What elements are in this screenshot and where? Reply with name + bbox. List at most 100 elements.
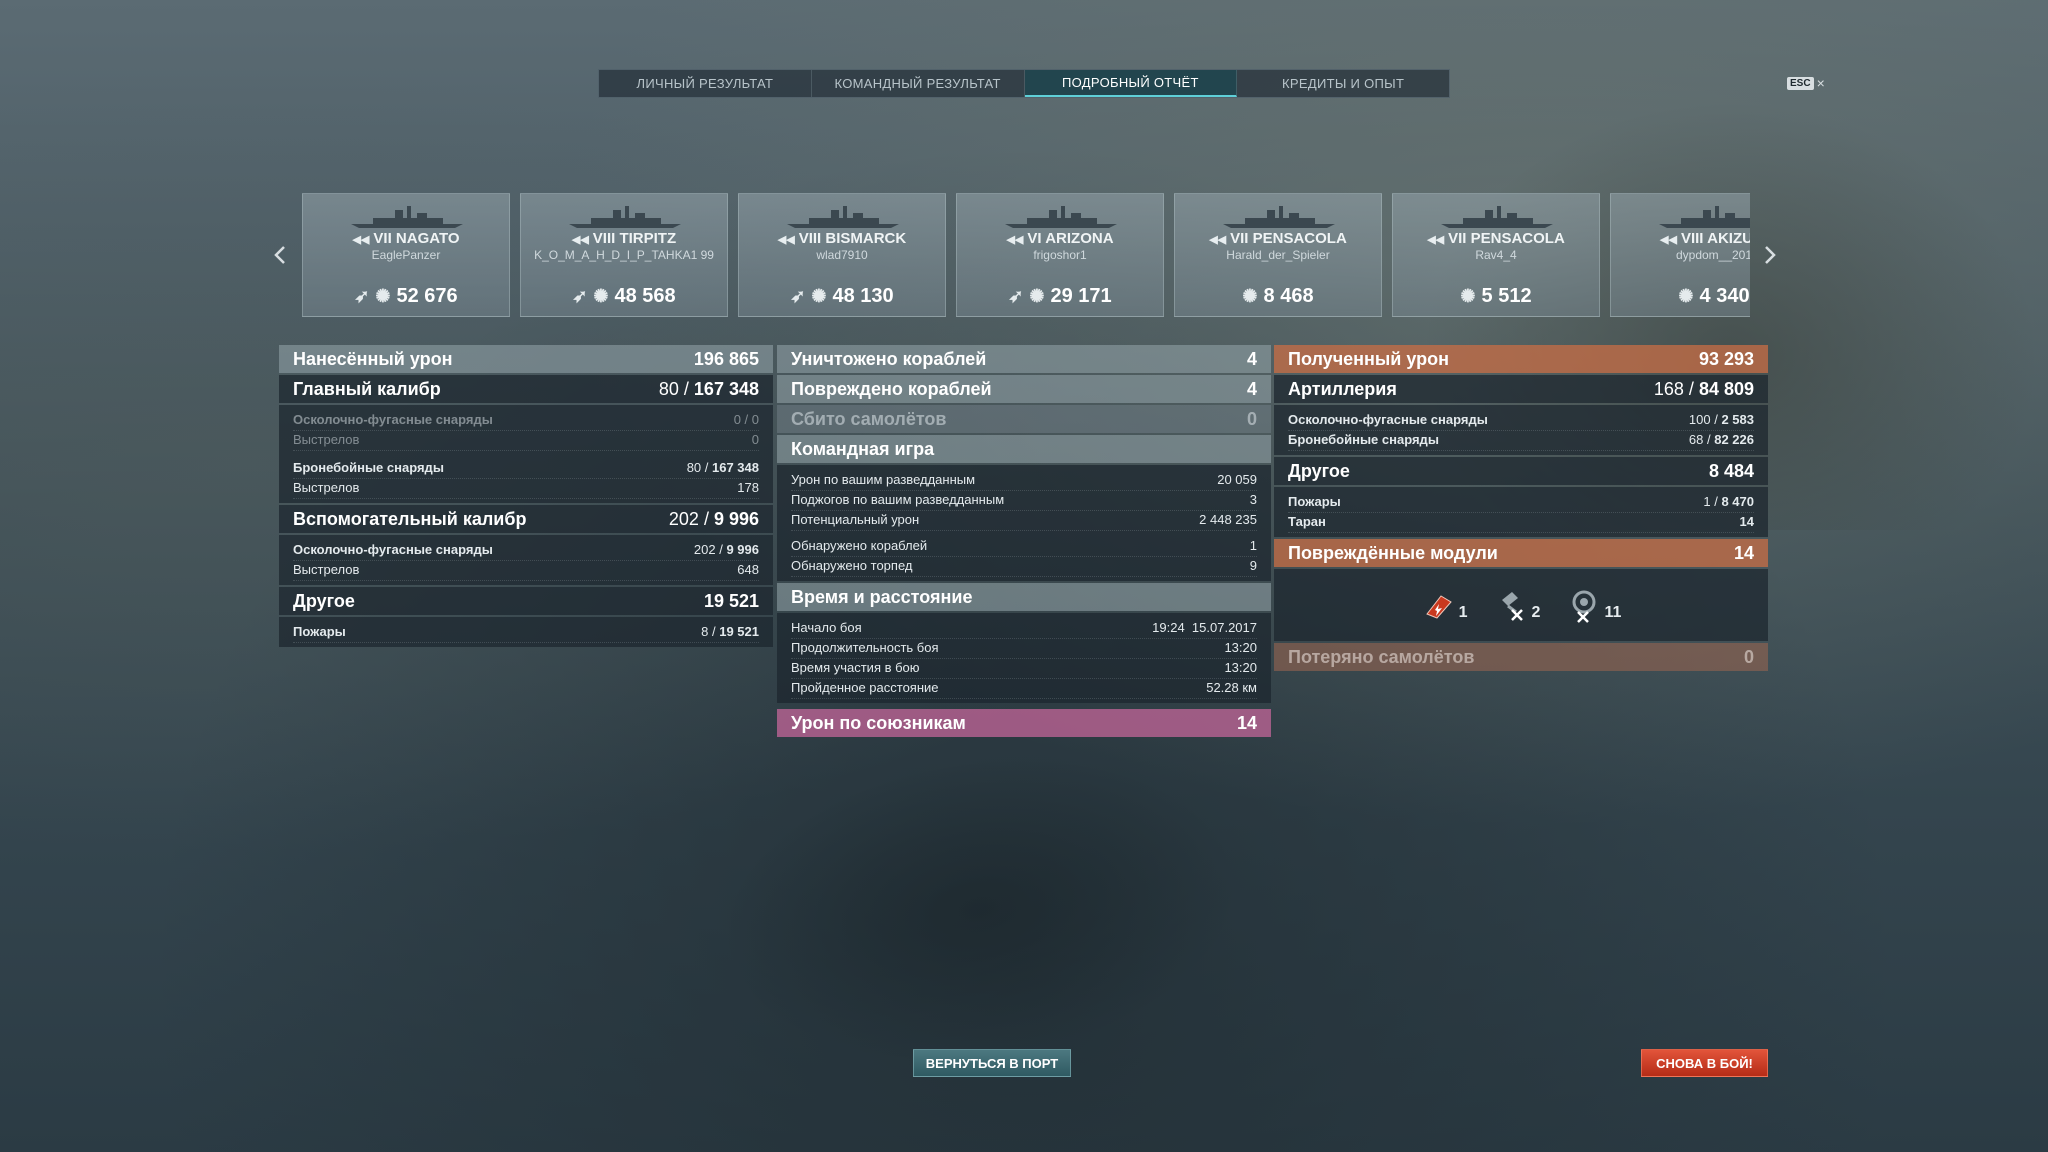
player-name: wlad7910 <box>816 248 868 262</box>
ship-name: ◀◀ VI ARIZONA <box>1006 230 1114 247</box>
battle-again-button[interactable]: СНОВА В БОЙ! <box>1641 1049 1768 1077</box>
ships-destroyed-header: Уничтожено кораблей 4 <box>777 345 1271 373</box>
tab-team-result[interactable]: КОМАНДНЫЙ РЕЗУЛЬТАТ <box>812 70 1025 97</box>
ship-name: ◀◀ VII PENSACOLA <box>1427 230 1565 247</box>
stat-row: Начало боя 19:24 15.07.2017 <box>791 619 1257 639</box>
teamplay-header: Командная игра <box>777 435 1271 463</box>
ship-silhouette-icon <box>1223 206 1335 228</box>
return-to-port-button[interactable]: ВЕРНУТЬСЯ В ПОРТ <box>913 1049 1071 1077</box>
turret-icon <box>1566 588 1600 623</box>
stat-row: Выстрелов 648 <box>293 561 759 581</box>
main-battery-details: Осколочно-фугасные снаряды 0 / 0 Выстрел… <box>279 405 773 503</box>
ship-silhouette-icon <box>1441 206 1553 228</box>
torpedo-hit-icon: ➶ <box>572 286 588 306</box>
ship-class-icon: ◀◀ <box>571 234 589 246</box>
stat-row: Таран 14 <box>1288 513 1754 533</box>
damage-burst-icon: ✺ <box>1029 286 1045 306</box>
carousel-prev-arrow[interactable] <box>270 240 290 270</box>
ships-carousel: ◀◀ VII NAGATO EaglePanzer ➶ ✺ 52 676 ◀◀ VIII TI… <box>302 193 1750 318</box>
ship-name: ◀◀ VIII BISMARCK <box>777 230 907 247</box>
ship-damage: ➶ ✺ 48 130 <box>790 285 894 307</box>
ships-damaged-header: Повреждено кораблей 4 <box>777 375 1271 403</box>
other-received-header: Другое 8 484 <box>1274 457 1768 485</box>
stat-row: Обнаружено кораблей 1 <box>791 537 1257 557</box>
stat-row: Осколочно-фугасные снаряды 0 / 0 <box>293 411 759 431</box>
close-icon: × <box>1816 75 1825 91</box>
player-name: Rav4_4 <box>1475 248 1517 262</box>
artillery-details: Осколочно-фугасные снаряды 100 / 2 583 Б… <box>1274 405 1768 455</box>
other-received-details: Пожары 1 / 8 470 Таран 14 <box>1274 487 1768 537</box>
torpedo-hit-icon: ➶ <box>354 286 370 306</box>
background-ship <box>701 725 1259 1095</box>
ship-silhouette-icon <box>1659 206 1750 228</box>
player-name: K_O_M_A_H_D_I_P_TAHKA1 99 <box>534 248 714 262</box>
ship-card[interactable]: ◀◀ VII NAGATO EaglePanzer ➶ ✺ 52 676 <box>302 193 510 317</box>
artillery-header: Артиллерия 168 / 84 809 <box>1274 375 1768 403</box>
module-item: 1 <box>1421 588 1468 622</box>
damage-dealt-header: Нанесённый урон 196 865 <box>279 345 773 373</box>
ship-class-icon: ◀◀ <box>777 234 795 246</box>
ship-class-icon: ◀◀ <box>1006 234 1024 246</box>
ship-card[interactable]: ◀◀ VIII BISMARCK wlad7910 ➶ ✺ 48 130 <box>738 193 946 317</box>
stat-row: Бронебойные снаряды 68 / 82 226 <box>1288 431 1754 451</box>
ship-silhouette-icon <box>569 206 681 228</box>
esc-key-label: ESC <box>1787 76 1814 90</box>
time-distance-details: Начало боя 19:24 15.07.2017 Продолжительн… <box>777 613 1271 703</box>
stat-row: Продолжительность боя 13:20 <box>791 639 1257 659</box>
secondary-battery-header: Вспомогательный калибр 202 / 9 996 <box>279 505 773 533</box>
carousel-next-arrow[interactable] <box>1760 240 1780 270</box>
stat-row: Урон по вашим разведданным 20 059 <box>791 471 1257 491</box>
damage-burst-icon: ✺ <box>593 286 609 306</box>
module-item: 11 <box>1566 588 1621 623</box>
ship-card[interactable]: ◀◀ VIII TIRPITZ K_O_M_A_H_D_I_P_TAHKA1 99 ➶… <box>520 193 728 317</box>
player-name: dypdom__201 <box>1675 248 1750 262</box>
module-item: 2 <box>1494 588 1540 622</box>
stat-row: Пожары 1 / 8 470 <box>1288 493 1754 513</box>
teamplay-details: Урон по вашим разведданным 20 059 Поджого… <box>777 465 1271 581</box>
tab-personal-result[interactable]: ЛИЧНЫЙ РЕЗУЛЬТАТ <box>599 70 812 97</box>
damage-burst-icon: ✺ <box>811 286 827 306</box>
tab-detailed-report[interactable]: ПОДРОБНЫЙ ОТЧЁТ <box>1024 70 1238 97</box>
damage-burst-icon: ✺ <box>1678 286 1694 306</box>
ship-class-icon: ◀◀ <box>1427 234 1445 246</box>
ship-silhouette-icon <box>787 206 899 228</box>
ship-card[interactable]: ◀◀ VII PENSACOLA Harald_der_Spieler ✺ 8 468 <box>1174 193 1382 317</box>
stat-row: Обнаружено торпед 9 <box>791 557 1257 577</box>
planes-lost-header: Потеряно самолётов 0 <box>1274 643 1768 671</box>
engine-icon <box>1421 588 1455 622</box>
damage-dealt-panel: Нанесённый урон 196 865 Главный калибр 80… <box>279 345 773 649</box>
ship-damage: ➶ ✺ 48 568 <box>572 285 676 307</box>
ship-card[interactable]: ◀◀ VII PENSACOLA Rav4_4 ✺ 5 512 <box>1392 193 1600 317</box>
ship-damage: ✺ 5 512 <box>1460 285 1532 307</box>
damaged-modules-header: Повреждённые модули 14 <box>1274 539 1768 567</box>
esc-close-button[interactable]: ESC × <box>1787 75 1825 91</box>
ship-class-icon: ◀◀ <box>1660 234 1677 246</box>
ship-damage: ➶ ✺ 52 676 <box>354 285 458 307</box>
stat-row: Выстрелов 178 <box>293 479 759 499</box>
ship-name: ◀◀ VII PENSACOLA <box>1209 230 1347 247</box>
ship-name: ◀◀VIII AKIZUKI <box>1660 230 1750 247</box>
ship-class-icon: ◀◀ <box>1209 234 1227 246</box>
torpedo-hit-icon: ➶ <box>790 286 806 306</box>
player-name: EaglePanzer <box>371 248 441 262</box>
stat-row: Выстрелов 0 <box>293 431 759 451</box>
ship-name: ◀◀ VIII TIRPITZ <box>571 230 677 247</box>
planes-shot-down-header: Сбито самолётов 0 <box>777 405 1271 433</box>
damage-received-header: Полученный урон 93 293 <box>1274 345 1768 373</box>
secondary-battery-details: Осколочно-фугасные снаряды 202 / 9 996 В… <box>279 535 773 585</box>
other-damage-header: Другое 19 521 <box>279 587 773 615</box>
battle-stats-panel: Уничтожено кораблей 4 Повреждено кораблей… <box>777 345 1271 739</box>
stat-row: Осколочно-фугасные снаряды 100 / 2 583 <box>1288 411 1754 431</box>
damage-burst-icon: ✺ <box>375 286 391 306</box>
ship-damage: ➶ ✺ 29 171 <box>1008 285 1112 307</box>
result-tabs: ЛИЧНЫЙ РЕЗУЛЬТАТ КОМАНДНЫЙ РЕЗУЛЬТАТ ПОД… <box>598 69 1450 98</box>
ship-name: ◀◀ VII NAGATO <box>352 230 460 247</box>
ship-card[interactable]: ◀◀ VI ARIZONA frigoshor1 ➶ ✺ 29 171 <box>956 193 1164 317</box>
ship-damage: ✺ 4 340 <box>1678 285 1750 307</box>
stat-row: Поджогов по вашим разведданным 3 <box>791 491 1257 511</box>
time-distance-header: Время и расстояние <box>777 583 1271 611</box>
ship-damage: ✺ 8 468 <box>1242 285 1314 307</box>
tab-credits-xp[interactable]: КРЕДИТЫ И ОПЫТ <box>1237 70 1449 97</box>
ship-card[interactable]: ◀◀VIII AKIZUKIdypdom__201 ✺4 340 <box>1610 193 1750 317</box>
stat-row: Время участия в бою 13:20 <box>791 659 1257 679</box>
